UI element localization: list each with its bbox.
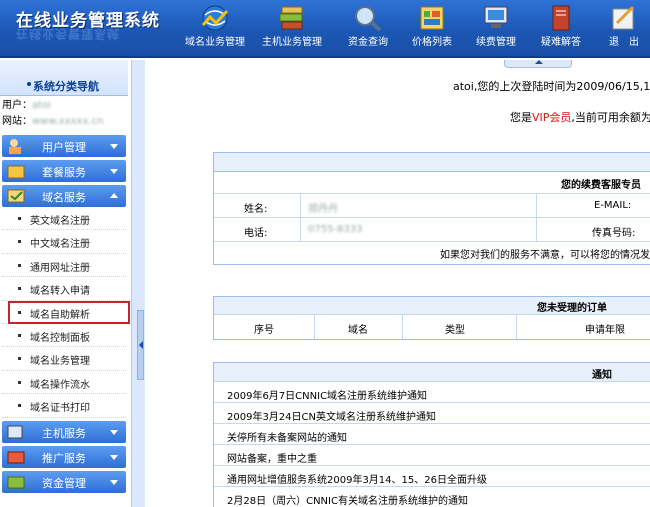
- main-nav: 域名业务管理 主机业务管理 资金查询 价格列表 续费管理 疑难解答 退 出: [183, 0, 650, 56]
- chevron-down-icon: [110, 144, 118, 149]
- contact-note-row: 如果您对我们的服务不满意，可以将您的情况发: [214, 242, 650, 264]
- panel-header: [214, 153, 650, 172]
- menu-item-chinese-domain[interactable]: 中文域名注册: [2, 230, 126, 254]
- bullet-icon: [18, 404, 21, 408]
- column-header: 域名: [348, 325, 368, 336]
- notices-title-row: 通知: [214, 363, 650, 382]
- notice-link[interactable]: 关停所有未备案网站的通知: [214, 424, 650, 445]
- notice-link[interactable]: 2009年3月24日CN英文域名注册系统维护通知: [214, 403, 650, 424]
- vip-badge: VIP会员: [532, 111, 572, 124]
- contact-name-value: 郑丹丹: [308, 204, 338, 215]
- contact-note: 如果您对我们的服务不满意，可以将您的情况发: [440, 250, 650, 261]
- funds-query-icon: [355, 6, 382, 32]
- price-list-icon: [420, 6, 444, 30]
- notice-link[interactable]: 2月28日（周六）CNNIC有关域名注册系统维护的通知: [214, 487, 650, 507]
- funds-icon: [7, 476, 25, 489]
- contact-phone-row: 电话: 0755-8333 传真号码:: [214, 218, 650, 242]
- sidebar: 系统分类导航 用户：atoi 网站：www.xxxxx.cn 用户管理 套餐服务…: [0, 60, 130, 507]
- app-logo-reflection: 在线业务管理系统: [16, 27, 121, 41]
- website-value: www.xxxxx.cn: [32, 116, 104, 127]
- nav-renewal[interactable]: 续费管理: [465, 0, 527, 56]
- orders-title-row: 您未受理的订单: [214, 297, 650, 315]
- welcome-message: atoi,您的上次登陆时间为2009/06/15,1: [453, 80, 650, 93]
- logout-icon: [612, 5, 635, 30]
- menu-item-domain-transfer[interactable]: 域名转入申请: [2, 277, 126, 301]
- nav-funds-query[interactable]: 资金查询: [337, 0, 399, 56]
- notice-list: 2009年6月7日CNNIC域名注册系统维护通知 2009年3月24日CN英文域…: [214, 382, 650, 507]
- host-business-icon: [279, 6, 303, 30]
- sidebar-section-promo[interactable]: 推广服务: [2, 445, 126, 468]
- bullet-icon: [18, 240, 21, 244]
- host-icon: [7, 425, 23, 439]
- menu-item-domain-business[interactable]: 域名业务管理: [2, 347, 126, 371]
- orders-panel: 您未受理的订单 序号 域名 类型 申请年限: [213, 296, 650, 340]
- bullet-icon: [18, 287, 21, 291]
- menu-item-domain-control-panel[interactable]: 域名控制面板: [2, 324, 126, 348]
- bullet-icon: [18, 380, 21, 384]
- contact-panel: 您的续费客服专员 姓名: 郑丹丹 E-MAIL: 电话: 0755-8333 传…: [213, 152, 650, 265]
- promo-icon: [7, 451, 25, 464]
- sidebar-splitter[interactable]: [131, 60, 145, 507]
- sidebar-section-host[interactable]: 主机服务: [2, 420, 126, 443]
- nav-help[interactable]: 疑难解答: [530, 0, 592, 56]
- sidebar-section-package[interactable]: 套餐服务: [2, 160, 126, 182]
- main-content: atoi,您的上次登陆时间为2009/06/15,1 您是VIP会员,当前可用余…: [148, 60, 650, 507]
- bullet-icon: [18, 333, 21, 337]
- chevron-down-icon: [110, 479, 118, 485]
- renewal-icon: [484, 6, 508, 28]
- nav-logout[interactable]: 退 出: [595, 0, 650, 56]
- notice-link[interactable]: 通用网址增值服务系统2009年3月14、15、26日全面升级: [214, 466, 650, 487]
- collapse-up-icon[interactable]: [504, 60, 572, 68]
- domain-business-icon: [201, 5, 229, 31]
- menu-item-general-url[interactable]: 通用网址注册: [2, 254, 126, 278]
- notices-title: 通知: [592, 370, 612, 381]
- domain-icon: [7, 189, 25, 203]
- help-icon: [552, 5, 570, 31]
- top-header: 在线业务管理系统 在线业务管理系统 域名业务管理 主机业务管理 资金查询 价格列…: [0, 0, 650, 58]
- menu-item-domain-dns[interactable]: 域名自助解析: [2, 300, 130, 324]
- column-header: 序号: [254, 325, 274, 336]
- nav-domain-business[interactable]: 域名业务管理: [183, 0, 247, 56]
- sidebar-section-domain[interactable]: 域名服务: [2, 185, 126, 207]
- notice-link[interactable]: 网站备案，重中之重: [214, 445, 650, 466]
- user-info: 用户：atoi 网站：www.xxxxx.cn: [0, 96, 128, 132]
- notice-link[interactable]: 2009年6月7日CNNIC域名注册系统维护通知: [214, 382, 650, 403]
- bullet-icon: [18, 263, 21, 267]
- chevron-up-icon: [110, 193, 118, 198]
- bullet-icon: [18, 357, 21, 361]
- column-header: 申请年限: [585, 325, 625, 336]
- contact-name-row: 姓名: 郑丹丹 E-MAIL:: [214, 194, 650, 218]
- nav-price-list[interactable]: 价格列表: [402, 0, 462, 56]
- sidebar-title: 系统分类导航: [0, 60, 128, 96]
- bullet-icon: [27, 82, 31, 86]
- vip-status: 您是VIP会员,当前可用余额为: [510, 111, 650, 124]
- menu-item-domain-log[interactable]: 域名操作流水: [2, 371, 126, 395]
- column-header: 类型: [445, 325, 465, 336]
- collapse-left-icon[interactable]: [137, 310, 144, 380]
- menu-item-domain-certificate[interactable]: 域名证书打印: [2, 394, 126, 418]
- nav-host-business[interactable]: 主机业务管理: [250, 0, 334, 56]
- orders-title: 您未受理的订单: [537, 303, 607, 314]
- bullet-icon: [18, 217, 21, 220]
- username-value: atoi: [32, 100, 51, 111]
- contact-phone-value: 0755-8333: [308, 224, 363, 235]
- package-icon: [7, 165, 25, 179]
- notices-panel: 通知 2009年6月7日CNNIC域名注册系统维护通知 2009年3月24日CN…: [213, 362, 650, 507]
- menu-item-english-domain[interactable]: 英文域名注册: [2, 207, 126, 231]
- chevron-down-icon: [110, 454, 118, 460]
- sidebar-section-funds[interactable]: 资金管理: [2, 470, 126, 493]
- bullet-icon: [18, 310, 21, 314]
- chevron-down-icon: [110, 169, 118, 174]
- domain-submenu: 英文域名注册 中文域名注册 通用网址注册 域名转入申请 域名自助解析 域名控制面…: [2, 207, 130, 418]
- sidebar-section-user[interactable]: 用户管理: [2, 135, 126, 157]
- orders-header-row: 序号 域名 类型 申请年限: [214, 315, 650, 339]
- user-icon: [9, 139, 21, 154]
- chevron-down-icon: [110, 429, 118, 435]
- contact-title: 您的续费客服专员: [561, 180, 641, 191]
- contact-title-row: 您的续费客服专员: [214, 172, 650, 194]
